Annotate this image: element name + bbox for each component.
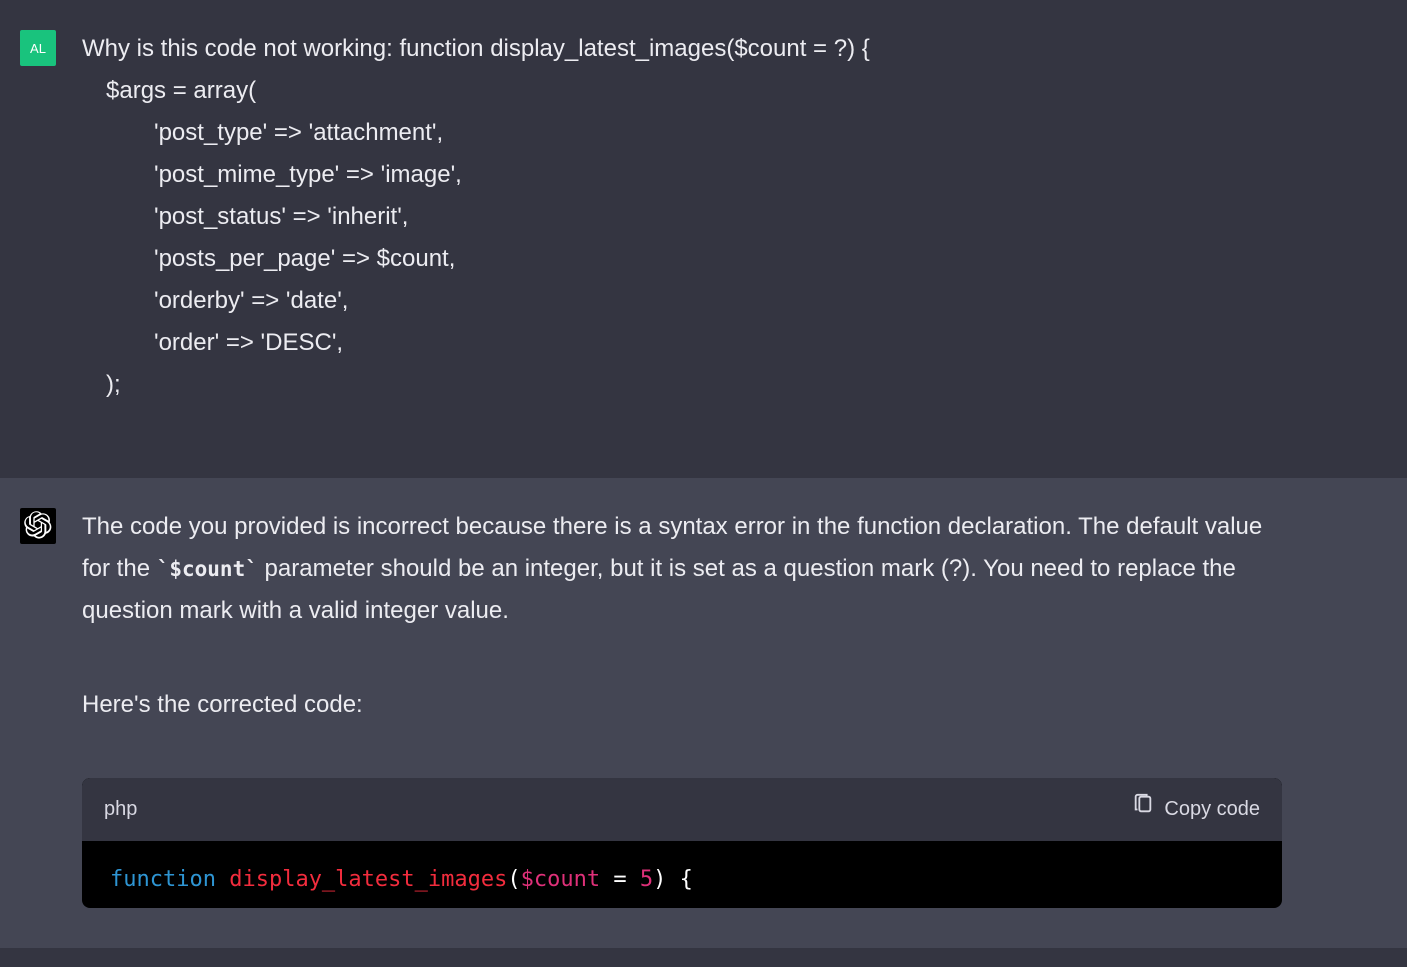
code-token-number: 5	[640, 867, 653, 892]
user-message-content: Why is this code not working: function d…	[82, 28, 1282, 406]
assistant-paragraph: Here's the corrected code:	[82, 684, 1282, 726]
user-message-row: AL Why is this code not working: functio…	[0, 0, 1407, 478]
user-avatar: AL	[20, 30, 56, 66]
code-token-variable: $count	[521, 867, 600, 892]
code-language-label: php	[104, 792, 137, 827]
code-token: ) {	[653, 867, 693, 892]
assistant-message-content: The code you provided is incorrect becau…	[82, 506, 1282, 908]
assistant-paragraph: The code you provided is incorrect becau…	[82, 506, 1282, 632]
code-block: php Copy code function display_latest_im…	[82, 778, 1282, 908]
user-code-line: );	[82, 364, 1282, 406]
user-code-line: $args = array(	[82, 70, 1282, 112]
assistant-message-row: The code you provided is incorrect becau…	[0, 478, 1407, 948]
user-code-line: 'post_status' => 'inherit',	[82, 196, 1282, 238]
clipboard-icon	[1132, 792, 1154, 827]
assistant-avatar	[20, 508, 56, 544]
user-code-line: 'post_mime_type' => 'image',	[82, 154, 1282, 196]
code-token-function: display_latest_images	[229, 867, 507, 892]
inline-code: `$count`	[157, 557, 258, 581]
code-block-header: php Copy code	[82, 778, 1282, 841]
user-code-line: 'orderby' => 'date',	[82, 280, 1282, 322]
copy-code-label: Copy code	[1164, 792, 1260, 827]
user-code-line: 'post_type' => 'attachment',	[82, 112, 1282, 154]
copy-code-button[interactable]: Copy code	[1132, 792, 1260, 827]
code-token: (	[507, 867, 520, 892]
openai-logo-icon	[24, 511, 52, 542]
code-block-body: function display_latest_images($count = …	[82, 841, 1282, 908]
code-token-keyword: function	[110, 867, 216, 892]
user-code-line: 'posts_per_page' => $count,	[82, 238, 1282, 280]
user-code-line: 'order' => 'DESC',	[82, 322, 1282, 364]
user-question-text: Why is this code not working: function d…	[82, 35, 870, 62]
code-token: =	[600, 867, 640, 892]
user-avatar-initials: AL	[30, 41, 46, 56]
